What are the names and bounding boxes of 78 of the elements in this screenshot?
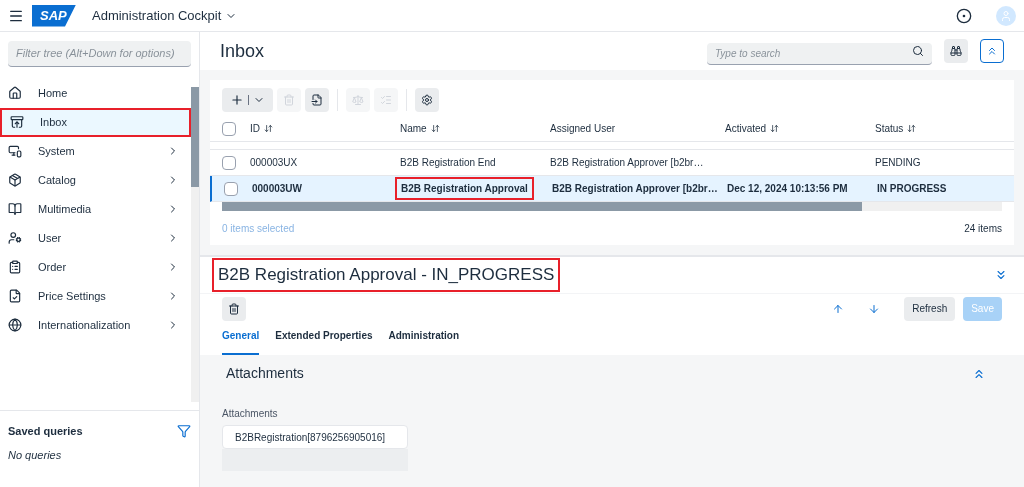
checklist-icon <box>380 94 392 106</box>
nav-icon <box>8 202 22 216</box>
table-cell-text: Dec 12, 2024 10:13:56 PM <box>727 182 848 196</box>
person-icon <box>1000 9 1012 22</box>
expand-icon[interactable] <box>994 268 1008 282</box>
row-checkbox[interactable] <box>224 181 238 196</box>
column-header[interactable]: Status <box>875 121 904 136</box>
nav-icon <box>8 86 22 100</box>
nav-item[interactable]: Multimedia <box>0 194 191 224</box>
document-arrow-icon <box>311 94 323 106</box>
table-cell-text: PENDING <box>875 156 921 170</box>
export-button[interactable] <box>305 88 329 112</box>
nav-icon <box>10 115 24 129</box>
double-chevron-icon <box>986 45 998 57</box>
column-header[interactable]: Activated <box>725 121 767 136</box>
arrow-up-icon[interactable] <box>832 302 845 315</box>
plus-icon <box>230 93 244 107</box>
search-icon <box>912 45 924 57</box>
nav-icon <box>8 173 22 187</box>
search-field[interactable]: Type to search <box>707 43 932 65</box>
sort-icon[interactable] <box>770 124 780 133</box>
attachment-field[interactable]: B2BRegistration[8796256905016] <box>222 425 408 449</box>
column-header[interactable]: Assigned User <box>550 121 616 136</box>
nav-item[interactable]: Internationalization <box>0 310 191 340</box>
nav-icon <box>8 260 22 274</box>
sort-icon[interactable] <box>430 124 440 133</box>
settings-button[interactable] <box>415 88 439 112</box>
nav-icon <box>8 318 22 332</box>
nav-item[interactable]: Home <box>0 78 191 108</box>
table-cell-text: 000003UX <box>250 156 298 170</box>
tab[interactable]: Administration <box>388 328 460 355</box>
selection-count: 0 items selected <box>222 221 295 236</box>
nav-icon <box>8 144 22 158</box>
logo: SAP <box>32 4 76 27</box>
settings-icon <box>421 94 433 106</box>
column-header[interactable]: ID <box>250 121 260 136</box>
collapse-button[interactable] <box>980 39 1004 63</box>
nav-icon <box>8 231 22 245</box>
section-title: Attachments <box>225 364 305 383</box>
tab[interactable]: Extended Properties <box>275 328 373 355</box>
nav-item[interactable]: Order <box>0 252 191 282</box>
item-count: 24 items <box>964 221 1002 236</box>
arrow-down-icon[interactable] <box>868 302 881 315</box>
table-cell-text: B2B Registration Approver [b2br… <box>550 156 704 170</box>
sort-icon[interactable] <box>907 124 917 133</box>
nav-item[interactable]: Inbox <box>0 107 191 137</box>
table-cell-text: 000003UW <box>252 182 303 196</box>
add-button[interactable] <box>222 88 273 112</box>
find-button[interactable] <box>944 39 968 63</box>
scale-icon <box>352 94 364 106</box>
nav-item[interactable]: User <box>0 223 191 253</box>
saved-queries-title: Saved queries <box>8 423 83 439</box>
sort-icon[interactable] <box>264 124 273 133</box>
binoculars-icon <box>950 45 962 57</box>
nav-item[interactable]: Price Settings <box>0 281 191 311</box>
table-cell-text: B2B Registration End <box>400 156 496 170</box>
row-checkbox[interactable] <box>222 155 236 170</box>
checklist-button[interactable] <box>374 88 398 112</box>
column-header[interactable]: Name <box>400 121 427 136</box>
app-title-menu[interactable]: Administration Cockpit <box>92 5 238 26</box>
trash-icon <box>228 302 240 315</box>
table-cell-text: IN PROGRESS <box>877 182 947 196</box>
empty-text: No queries <box>7 448 63 463</box>
refresh-button[interactable]: Refresh <box>904 296 956 321</box>
table-cell: B2B Registration Approval <box>395 177 534 200</box>
page-title: Inbox <box>220 39 266 63</box>
nav-item[interactable]: Catalog <box>0 165 191 195</box>
filter-field[interactable]: Filter tree (Alt+Down for options) <box>8 40 191 67</box>
header-checkbox[interactable] <box>222 121 236 136</box>
detail-title: B2B Registration Approval - IN_PROGRESS <box>212 258 561 292</box>
table-row[interactable]: 000003UW B2B Registration Approval B2B Registration Approver [b2br… Dec 12, 2024 10:13:56 PM IN PROGRESS <box>210 176 1014 202</box>
table-cell-text: B2B Registration Approver [b2br… <box>552 182 718 196</box>
trash-icon <box>283 94 295 106</box>
filter-icon[interactable] <box>177 423 191 438</box>
field-label: Attachments <box>222 407 279 421</box>
delete-button[interactable] <box>222 296 246 321</box>
nav-item[interactable]: System <box>0 136 191 166</box>
nav-icon <box>8 289 22 303</box>
